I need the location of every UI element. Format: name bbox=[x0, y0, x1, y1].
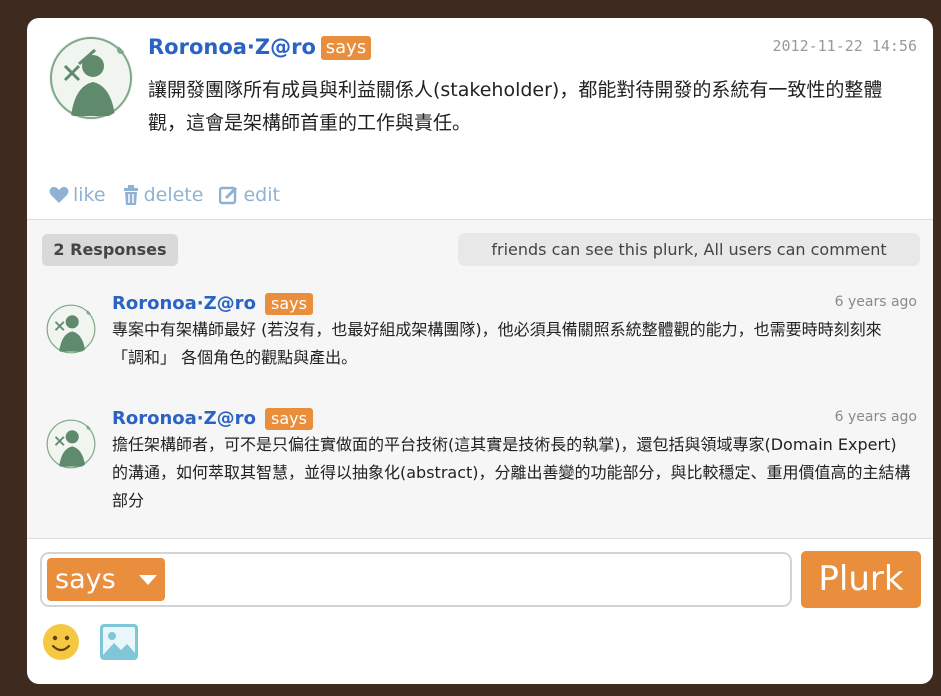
chevron-down-icon bbox=[139, 575, 157, 585]
edit-icon bbox=[219, 186, 238, 205]
responses-section: 2 Responses friends can see this plurk, … bbox=[27, 219, 933, 539]
author-name[interactable]: Roronoa·Z@ro bbox=[148, 35, 316, 59]
response-author[interactable]: Roronoa·Z@ro bbox=[112, 293, 256, 314]
emoji-button[interactable] bbox=[42, 623, 80, 661]
qualifier-badge: says bbox=[321, 36, 371, 60]
response-avatar[interactable] bbox=[46, 304, 96, 354]
response-item: Roronoa·Z@ro says 6 years ago 專案中有架構師最好 … bbox=[27, 291, 933, 401]
post-actions: like delete edit bbox=[49, 182, 280, 208]
like-button[interactable]: like bbox=[49, 184, 106, 206]
response-time: 6 years ago bbox=[834, 409, 917, 425]
image-icon bbox=[100, 624, 138, 660]
response-author[interactable]: Roronoa·Z@ro bbox=[112, 408, 256, 429]
response-composer: says Plurk bbox=[27, 539, 933, 684]
like-label: like bbox=[73, 184, 106, 206]
smiley-icon bbox=[43, 624, 79, 660]
response-qualifier: says bbox=[265, 408, 313, 430]
response-input-box: says bbox=[40, 552, 792, 607]
delete-button[interactable]: delete bbox=[122, 184, 204, 206]
response-text-input[interactable] bbox=[172, 558, 782, 601]
response-avatar[interactable] bbox=[46, 419, 96, 469]
response-content: 擔任架構師者，可不是只偏往實做面的平台技術(這其實是技術長的執掌)，還包括與領域… bbox=[112, 435, 911, 510]
response-content: 專案中有架構師最好 (若沒有，也最好組成架構團隊)，他必須具備關照系統整體觀的能… bbox=[112, 320, 882, 367]
edit-button[interactable]: edit bbox=[219, 184, 280, 206]
trash-icon bbox=[123, 185, 138, 205]
image-button[interactable] bbox=[99, 623, 139, 661]
response-item: Roronoa·Z@ro says 6 years ago 擔任架構師者，可不是… bbox=[27, 406, 933, 516]
response-time: 6 years ago bbox=[834, 294, 917, 310]
author-avatar[interactable] bbox=[49, 36, 133, 120]
permission-notice: friends can see this plurk, All users ca… bbox=[458, 233, 920, 266]
qualifier-dropdown[interactable]: says bbox=[47, 558, 165, 601]
plurk-card: Roronoa·Z@ro says 2012-11-22 14:56 讓開發團隊… bbox=[27, 18, 933, 684]
post-content: 讓開發團隊所有成員與利益關係人(stakeholder)，都能對待開發的系統有一… bbox=[148, 79, 883, 134]
response-qualifier: says bbox=[265, 293, 313, 315]
edit-label: edit bbox=[243, 184, 280, 206]
post-timestamp: 2012-11-22 14:56 bbox=[772, 37, 918, 55]
heart-icon bbox=[49, 186, 69, 203]
response-count: 2 Responses bbox=[42, 234, 178, 266]
main-plurk: Roronoa·Z@ro says 2012-11-22 14:56 讓開發團隊… bbox=[27, 18, 933, 219]
delete-label: delete bbox=[143, 184, 204, 206]
plurk-submit-button[interactable]: Plurk bbox=[801, 551, 921, 608]
qualifier-dropdown-label: says bbox=[55, 564, 116, 595]
